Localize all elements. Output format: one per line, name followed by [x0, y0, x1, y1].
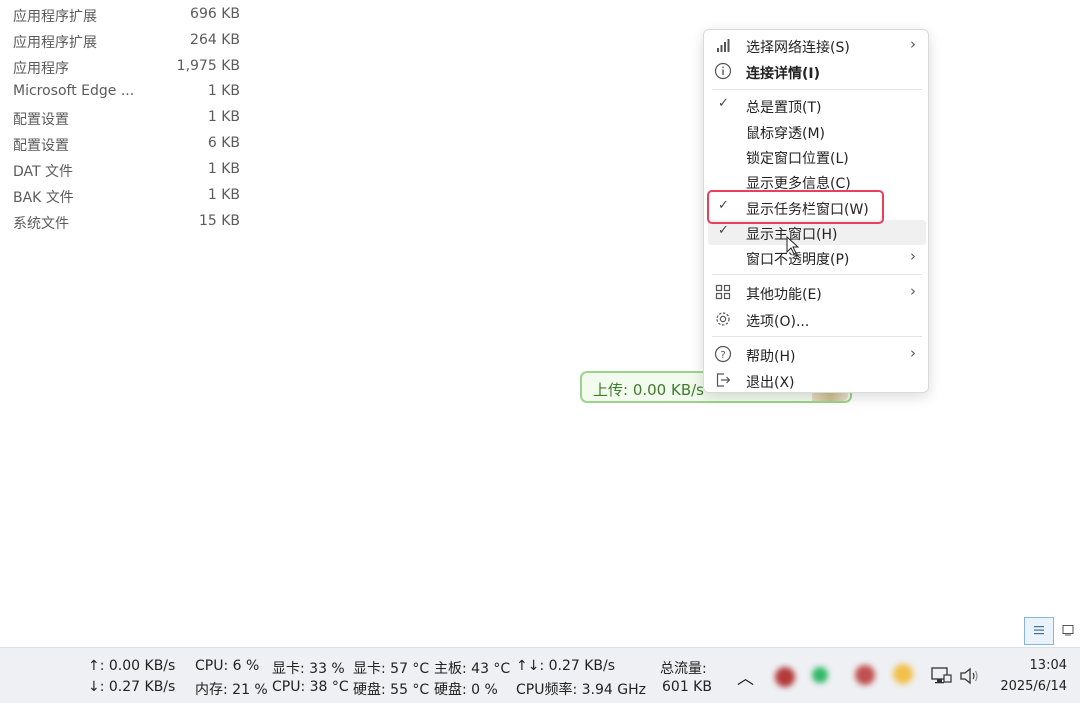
menu-item-window-opacity[interactable]: 窗口不透明度(P) ›: [708, 245, 926, 270]
memory-usage: 内存: 21 %: [195, 682, 268, 698]
details-view-button[interactable]: [1024, 617, 1054, 645]
help-icon: ?: [714, 345, 732, 363]
disk-usage: 硬盘: 0 %: [434, 682, 498, 698]
taskbar: ↑: 0.00 KB/s ↓: 0.27 KB/s CPU: 6 % 内存: 2…: [0, 647, 1080, 703]
menu-item-label: 帮助(H): [746, 349, 796, 365]
menu-item-always-on-top[interactable]: ✓ 总是置顶(T): [708, 93, 926, 118]
preview-view-icon[interactable]: [1062, 624, 1074, 636]
check-icon: ✓: [718, 223, 729, 238]
file-name: 系统文件: [13, 216, 69, 232]
clock-date[interactable]: 2025/6/14: [1000, 679, 1067, 694]
file-row[interactable]: BAK 文件 1 KB: [0, 182, 260, 208]
file-name: DAT 文件: [13, 164, 74, 180]
tray-app-icon[interactable]: [855, 665, 875, 685]
cpu-usage: CPU: 6 %: [195, 658, 260, 674]
menu-item-label: 总是置顶(T): [746, 100, 822, 116]
file-name: 应用程序扩展: [13, 9, 97, 25]
file-size: 6 KB: [207, 135, 240, 151]
file-row[interactable]: DAT 文件 1 KB: [0, 156, 260, 182]
file-row[interactable]: Microsoft Edge ... 1 KB: [0, 78, 260, 104]
list-icon: [1034, 626, 1044, 635]
file-name: 配置设置: [13, 138, 69, 154]
chevron-right-icon: ›: [910, 35, 916, 53]
upload-speed-text: 上传: 0.00 KB/s: [593, 381, 704, 399]
total-traffic-label: 总流量:: [660, 661, 707, 677]
menu-item-mouse-through[interactable]: 鼠标穿透(M): [708, 119, 926, 144]
grid-icon: [714, 283, 732, 301]
menu-item-connection-details[interactable]: 连接详情(I): [708, 59, 926, 84]
file-row[interactable]: 系统文件 15 KB: [0, 208, 260, 234]
menu-item-label: 选项(O)...: [746, 314, 810, 330]
tray-app-icon[interactable]: [893, 664, 913, 684]
file-size: 1,975 KB: [176, 58, 240, 74]
chevron-right-icon: ›: [910, 282, 916, 300]
file-row[interactable]: 配置设置 1 KB: [0, 104, 260, 130]
menu-item-select-connection[interactable]: 选择网络连接(S) ›: [708, 33, 926, 58]
gpu-usage: 显卡: 33 %: [272, 661, 345, 677]
cpu-temperature: CPU: 38 °C: [272, 679, 349, 695]
chevron-right-icon: ›: [910, 344, 916, 362]
menu-item-exit[interactable]: 退出(X): [708, 368, 926, 393]
total-traffic-value: 601 KB: [662, 679, 712, 695]
info-icon: [714, 62, 732, 80]
file-size: 264 KB: [190, 32, 240, 48]
volume-icon[interactable]: [958, 666, 980, 686]
file-name: 配置设置: [13, 112, 69, 128]
menu-separator: [712, 89, 922, 90]
chevron-up-icon[interactable]: ︿: [737, 664, 754, 689]
gear-icon: [714, 310, 732, 328]
download-speed: ↓: 0.27 KB/s: [88, 679, 176, 695]
file-name: BAK 文件: [13, 190, 74, 206]
file-row[interactable]: 配置设置 6 KB: [0, 130, 260, 156]
menu-item-label: 鼠标穿透(M): [746, 126, 826, 142]
file-size: 15 KB: [198, 213, 240, 229]
file-size: 1 KB: [207, 83, 240, 99]
file-size: 1 KB: [207, 187, 240, 203]
tray-app-icon[interactable]: [775, 667, 795, 687]
check-icon: ✓: [718, 96, 729, 111]
menu-item-label: 连接详情(I): [746, 66, 821, 82]
mouse-cursor-icon: [786, 236, 800, 255]
file-row[interactable]: 应用程序扩展 264 KB: [0, 27, 260, 53]
file-name: 应用程序扩展: [13, 35, 97, 51]
menu-item-label: 选择网络连接(S): [746, 40, 850, 56]
clock-time[interactable]: 13:04: [1030, 658, 1067, 673]
highlight-box: [707, 190, 884, 224]
file-row[interactable]: 应用程序扩展 696 KB: [0, 1, 260, 27]
tray-app-icon[interactable]: [812, 667, 828, 683]
menu-separator: [712, 274, 922, 275]
file-name: 应用程序: [13, 61, 69, 77]
menu-item-other-functions[interactable]: 其他功能(E) ›: [708, 280, 926, 305]
gpu-temperature: 显卡: 57 °C: [353, 661, 430, 677]
network-icon[interactable]: [930, 665, 952, 687]
menu-item-label: 退出(X): [746, 375, 795, 391]
total-speed: ↑↓: 0.27 KB/s: [516, 658, 616, 674]
cpu-frequency: CPU频率: 3.94 GHz: [516, 682, 646, 698]
file-name: Microsoft Edge ...: [13, 83, 135, 99]
upload-speed: ↑: 0.00 KB/s: [88, 658, 176, 674]
file-size: 1 KB: [207, 109, 240, 125]
file-size: 696 KB: [190, 6, 240, 22]
file-row[interactable]: 应用程序 1,975 KB: [0, 53, 260, 79]
board-temperature: 主板: 43 °C: [434, 661, 511, 677]
file-size: 1 KB: [207, 161, 240, 177]
menu-separator: [712, 336, 922, 337]
menu-item-label: 其他功能(E): [746, 287, 822, 303]
chevron-right-icon: ›: [910, 247, 916, 265]
disk-temperature: 硬盘: 55 °C: [353, 682, 430, 698]
menu-item-options[interactable]: 选项(O)...: [708, 307, 926, 332]
exit-icon: [714, 371, 732, 389]
menu-item-label: 锁定窗口位置(L): [746, 151, 849, 167]
svg-text:?: ?: [720, 350, 725, 361]
signal-bars-icon: [714, 36, 732, 54]
menu-item-lock-position[interactable]: 锁定窗口位置(L): [708, 144, 926, 169]
menu-item-help[interactable]: ? 帮助(H) ›: [708, 342, 926, 367]
